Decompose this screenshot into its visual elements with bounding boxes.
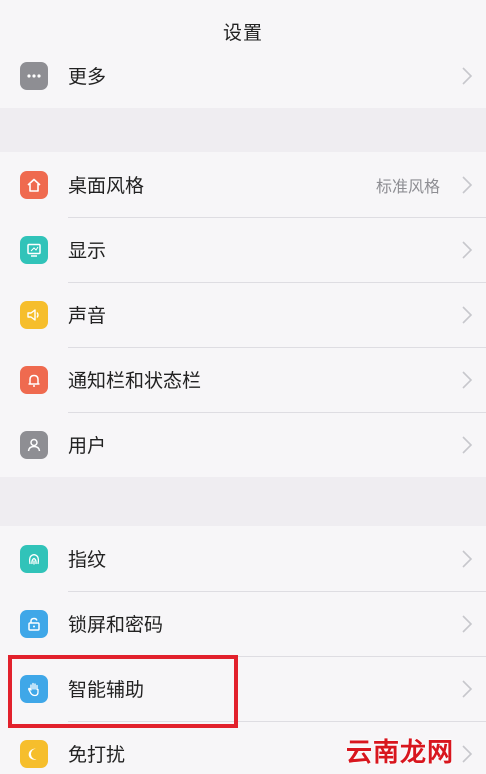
watermark-text: 云南龙网 bbox=[346, 737, 455, 768]
chevron-right-icon bbox=[460, 613, 474, 635]
settings-item-label: 锁屏和密码 bbox=[68, 614, 164, 636]
home-icon bbox=[20, 170, 48, 199]
settings-item-label: 智能辅助 bbox=[68, 679, 145, 701]
settings-item-label: 桌面风格 bbox=[68, 175, 145, 197]
settings-item-sound[interactable]: 声音 bbox=[0, 282, 486, 347]
chevron-right-icon bbox=[460, 239, 474, 261]
settings-item-label: 更多 bbox=[68, 66, 107, 88]
chevron-right-icon bbox=[460, 434, 474, 456]
bell-icon bbox=[20, 365, 48, 394]
settings-group-personalization: 桌面风格 标准风格 显示 声音 通知栏和状态栏 用户 bbox=[0, 152, 486, 477]
settings-group-more: 更多 bbox=[0, 43, 486, 108]
settings-item-label: 声音 bbox=[68, 305, 107, 327]
display-icon bbox=[20, 235, 48, 264]
settings-item-fingerprint[interactable]: 指纹 bbox=[0, 526, 486, 591]
chevron-right-icon bbox=[460, 678, 474, 700]
watermark-logo: 云南龙网 bbox=[346, 728, 486, 772]
speaker-icon bbox=[20, 300, 48, 329]
settings-item-value: 标准风格 bbox=[375, 176, 440, 196]
settings-item-label: 免打扰 bbox=[68, 744, 126, 766]
settings-item-label: 通知栏和状态栏 bbox=[68, 370, 202, 392]
settings-item-more[interactable]: 更多 bbox=[0, 43, 486, 108]
settings-item-smart-assist[interactable]: 智能辅助 bbox=[0, 656, 486, 721]
settings-item-label: 用户 bbox=[68, 435, 107, 457]
settings-item-notifications[interactable]: 通知栏和状态栏 bbox=[0, 347, 486, 412]
hand-icon bbox=[20, 674, 48, 703]
moon-icon bbox=[20, 739, 48, 768]
lock-icon bbox=[20, 609, 48, 638]
settings-item-user[interactable]: 用户 bbox=[0, 412, 486, 477]
fingerprint-icon bbox=[20, 544, 48, 573]
settings-item-display[interactable]: 显示 bbox=[0, 217, 486, 282]
page-title: 设置 bbox=[222, 22, 263, 44]
settings-item-desktop-style[interactable]: 桌面风格 标准风格 bbox=[0, 152, 486, 217]
chevron-right-icon bbox=[460, 65, 474, 87]
chevron-right-icon bbox=[460, 174, 474, 196]
user-icon bbox=[20, 430, 48, 459]
settings-item-label: 显示 bbox=[68, 240, 107, 262]
more-icon bbox=[20, 61, 48, 90]
settings-item-lockscreen[interactable]: 锁屏和密码 bbox=[0, 591, 486, 656]
chevron-right-icon bbox=[460, 369, 474, 391]
chevron-right-icon bbox=[460, 548, 474, 570]
settings-item-label: 指纹 bbox=[68, 549, 107, 571]
chevron-right-icon bbox=[460, 304, 474, 326]
